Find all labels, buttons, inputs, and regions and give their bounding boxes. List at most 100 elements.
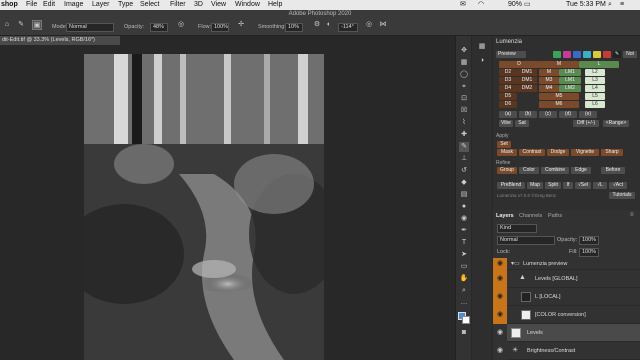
lum-dm1[interactable]: DM1 bbox=[517, 69, 537, 76]
menu-type[interactable]: Type bbox=[118, 0, 133, 10]
color-swatch-red[interactable] bbox=[603, 51, 611, 58]
layer-row[interactable]: ◉ ☀ Brightness/Contrast bbox=[493, 342, 640, 360]
document-tab[interactable]: dit-Edit.tif @ 33.3% (Levels, RGB/16*) bbox=[0, 36, 120, 45]
layer-fill-field[interactable]: 100% bbox=[579, 248, 599, 257]
eyedropper-icon[interactable]: ⌇ bbox=[459, 118, 469, 128]
lum-d2[interactable]: D2 bbox=[499, 69, 517, 76]
blur-tool-icon[interactable]: ● bbox=[459, 202, 469, 212]
lum-d3[interactable]: D3 bbox=[499, 77, 517, 84]
flow-field[interactable]: 100% bbox=[211, 23, 229, 32]
lum-l[interactable]: L bbox=[579, 61, 619, 68]
menu-filter[interactable]: Filter bbox=[170, 0, 186, 10]
menu-image[interactable]: Image bbox=[64, 0, 83, 10]
lum-dm2[interactable]: DM2 bbox=[517, 85, 537, 92]
dodge-tool-icon[interactable]: ◉ bbox=[459, 214, 469, 224]
split-button[interactable]: Split bbox=[545, 182, 561, 189]
diff-button[interactable]: Diff (+/-) bbox=[573, 120, 599, 127]
sharp-button[interactable]: Sharp bbox=[601, 149, 623, 156]
lum-l3[interactable]: L3 bbox=[585, 77, 605, 84]
dodge-button[interactable]: Dodge bbox=[547, 149, 569, 156]
quick-mask-icon[interactable]: ◙ bbox=[459, 328, 469, 338]
color-swatch-magenta[interactable] bbox=[563, 51, 571, 58]
path-select-icon[interactable]: ➤ bbox=[459, 250, 469, 260]
lum-m2[interactable]: M bbox=[539, 69, 559, 76]
rectangle-tool-icon[interactable]: ▭ bbox=[459, 262, 469, 272]
tab-layers[interactable]: Layers bbox=[496, 213, 514, 219]
airbrush-icon[interactable]: ✢ bbox=[236, 20, 246, 30]
lum-m4[interactable]: M4 bbox=[539, 85, 559, 92]
mode-select[interactable]: Normal bbox=[66, 23, 114, 32]
angle-field[interactable]: -114° bbox=[338, 23, 358, 32]
adjustments-panel-icon[interactable]: ◑ bbox=[477, 56, 487, 66]
mask-button[interactable]: Mask bbox=[497, 149, 517, 156]
menu-select[interactable]: Select bbox=[140, 0, 159, 10]
preview-select[interactable]: Preview bbox=[496, 51, 526, 58]
eye-icon[interactable]: ◉ bbox=[493, 342, 507, 360]
range-button[interactable]: <Range> bbox=[603, 120, 629, 127]
preblend-button[interactable]: PreBlend bbox=[497, 182, 525, 189]
set-button[interactable]: Set bbox=[497, 141, 511, 148]
before-button[interactable]: Before bbox=[601, 167, 625, 174]
lum-l6[interactable]: L6 bbox=[585, 101, 605, 108]
type-tool-icon[interactable]: T bbox=[459, 238, 469, 248]
background-color-swatch[interactable] bbox=[462, 316, 470, 324]
tab-paths[interactable]: Paths bbox=[548, 213, 562, 219]
menu-3d[interactable]: 3D bbox=[194, 0, 203, 10]
zone-d[interactable]: (d) bbox=[559, 111, 577, 118]
pressure-size-icon[interactable]: ◎ bbox=[364, 20, 374, 30]
lum-l5[interactable]: L5 bbox=[585, 93, 605, 100]
layer-opacity-field[interactable]: 100% bbox=[579, 236, 599, 245]
angle-icon[interactable]: ◐ bbox=[324, 20, 334, 30]
lum-l2[interactable]: L2 bbox=[585, 69, 605, 76]
tutorials-button[interactable]: Tutorials bbox=[609, 192, 635, 199]
lum-dm1-2[interactable]: DM1 bbox=[517, 77, 537, 84]
menu-file[interactable]: File bbox=[26, 0, 37, 10]
check-l-button[interactable]: √L bbox=[593, 182, 607, 189]
vignette-button[interactable]: Vignette bbox=[571, 149, 599, 156]
history-panel-icon[interactable]: ▦ bbox=[477, 42, 487, 52]
zone-e[interactable]: (e) bbox=[579, 111, 597, 118]
battery-icon[interactable]: ▭ bbox=[524, 0, 531, 10]
wifi-icon[interactable]: ◠ bbox=[478, 0, 484, 10]
eye-icon[interactable]: ◉ bbox=[493, 306, 507, 324]
zone-a[interactable]: (a) bbox=[499, 111, 517, 118]
clone-stamp-icon[interactable]: ⊥ bbox=[459, 154, 469, 164]
eyedropper-icon[interactable]: ✎ bbox=[613, 51, 621, 58]
crop-tool-icon[interactable]: ⊡ bbox=[459, 94, 469, 104]
tab-channels[interactable]: Channels bbox=[519, 213, 542, 219]
kind-filter[interactable]: Kind bbox=[497, 224, 537, 233]
zone-c[interactable]: (c) bbox=[539, 111, 557, 118]
layer-row[interactable]: ◉ ▲ Levels [GLOBAL] bbox=[493, 270, 640, 288]
eye-icon[interactable]: ◉ bbox=[493, 324, 507, 342]
color-swatch-yellow[interactable] bbox=[593, 51, 601, 58]
lasso-tool-icon[interactable]: ◯ bbox=[459, 70, 469, 80]
artboard-tool-icon[interactable]: ▦ bbox=[459, 58, 469, 68]
menu-extras-icon[interactable]: ≡ bbox=[620, 0, 624, 10]
mail-icon[interactable]: ✉ bbox=[460, 0, 466, 10]
home-icon[interactable]: ⌂ bbox=[2, 20, 12, 30]
color-button[interactable]: Color bbox=[519, 167, 539, 174]
not-button[interactable]: Not bbox=[623, 51, 637, 58]
lum-d6[interactable]: D6 bbox=[499, 101, 517, 108]
lum-lm1[interactable]: LM1 bbox=[559, 69, 581, 76]
menu-edit[interactable]: Edit bbox=[43, 0, 55, 10]
check-act-button[interactable]: √Act bbox=[609, 182, 627, 189]
smoothing-settings-icon[interactable]: ⚙ bbox=[312, 20, 322, 30]
zone-b[interactable]: (b) bbox=[519, 111, 537, 118]
eye-icon[interactable]: ◉ bbox=[493, 288, 507, 306]
menu-window[interactable]: Window bbox=[235, 0, 260, 10]
frame-tool-icon[interactable]: ☒ bbox=[459, 106, 469, 116]
combine-button[interactable]: Combine bbox=[541, 167, 569, 174]
symmetry-icon[interactable]: ⋈ bbox=[378, 20, 388, 30]
menu-help[interactable]: Help bbox=[268, 0, 282, 10]
brush-panel-icon[interactable]: ▣ bbox=[32, 20, 42, 30]
search-icon[interactable]: ⌕ bbox=[608, 0, 612, 10]
layer-row-selected[interactable]: ◉ Levels bbox=[493, 324, 640, 342]
opacity-field[interactable]: 48% bbox=[150, 23, 168, 32]
menu-layer[interactable]: Layer bbox=[92, 0, 110, 10]
layer-row[interactable]: ◉ [COLOR conversion] bbox=[493, 306, 640, 324]
lum-d4[interactable]: D4 bbox=[499, 85, 517, 92]
document-image[interactable] bbox=[84, 54, 324, 360]
clock[interactable]: Tue 5:33 PM bbox=[566, 0, 606, 10]
menu-view[interactable]: View bbox=[211, 0, 226, 10]
